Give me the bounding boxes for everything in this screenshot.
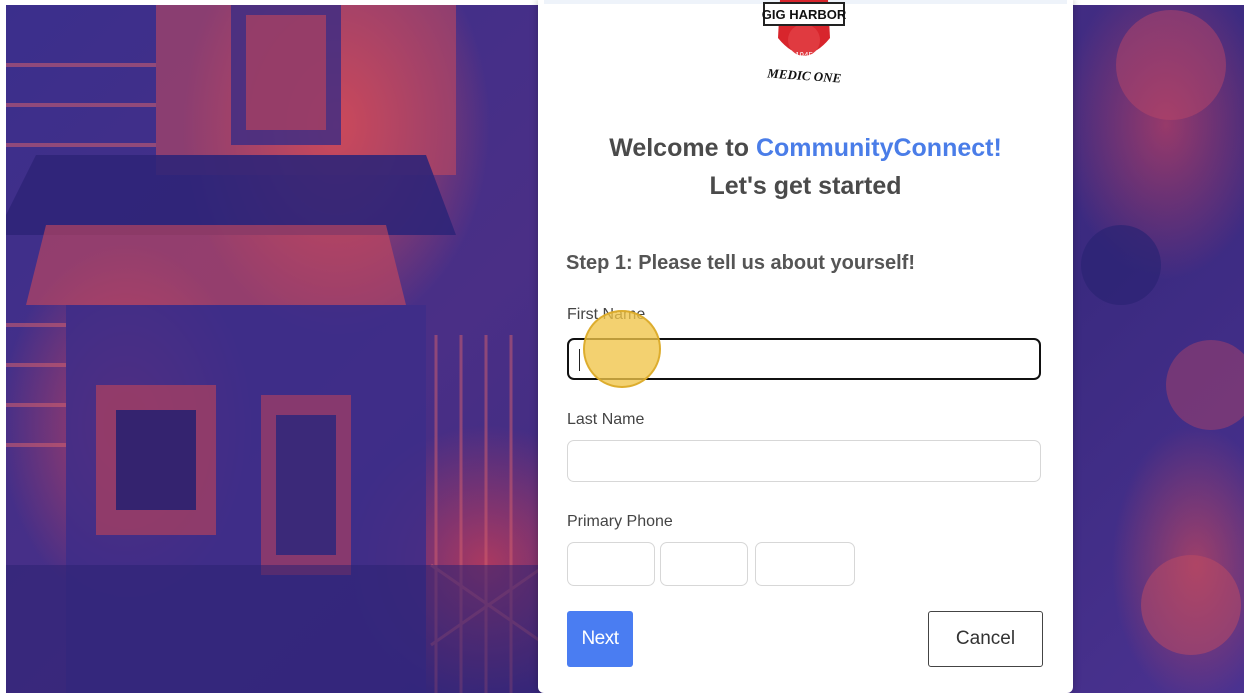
- last-name-input[interactable]: [567, 440, 1041, 482]
- phone-area-code-input[interactable]: [567, 542, 655, 586]
- brand-name: CommunityConnect!: [755, 134, 1002, 162]
- welcome-prefix: Welcome to: [609, 134, 756, 162]
- cancel-button[interactable]: Cancel: [928, 611, 1043, 667]
- welcome-subtitle: Let's get started: [709, 172, 902, 200]
- primary-phone-label: Primary Phone: [567, 513, 673, 530]
- click-indicator: [583, 310, 661, 388]
- phone-line-number-input[interactable]: [755, 542, 855, 586]
- svg-text:MEDIC ONE: MEDIC ONE: [766, 65, 842, 85]
- last-name-label: Last Name: [567, 411, 645, 428]
- gig-harbor-medic-one-logo: GIG HARBOR 1945 MEDIC ONE: [762, 0, 847, 86]
- svg-text:GIG HARBOR: GIG HARBOR: [762, 7, 847, 22]
- welcome-heading: Welcome to CommunityConnect!: [538, 130, 1073, 166]
- svg-text:1945: 1945: [795, 51, 813, 60]
- phone-prefix-input[interactable]: [660, 542, 748, 586]
- next-button[interactable]: Next: [567, 611, 633, 667]
- foliage-illustration: [1081, 10, 1244, 655]
- step-title: Step 1: Please tell us about yourself!: [566, 252, 915, 274]
- text-caret: [579, 349, 580, 371]
- house-illustration: [6, 5, 566, 693]
